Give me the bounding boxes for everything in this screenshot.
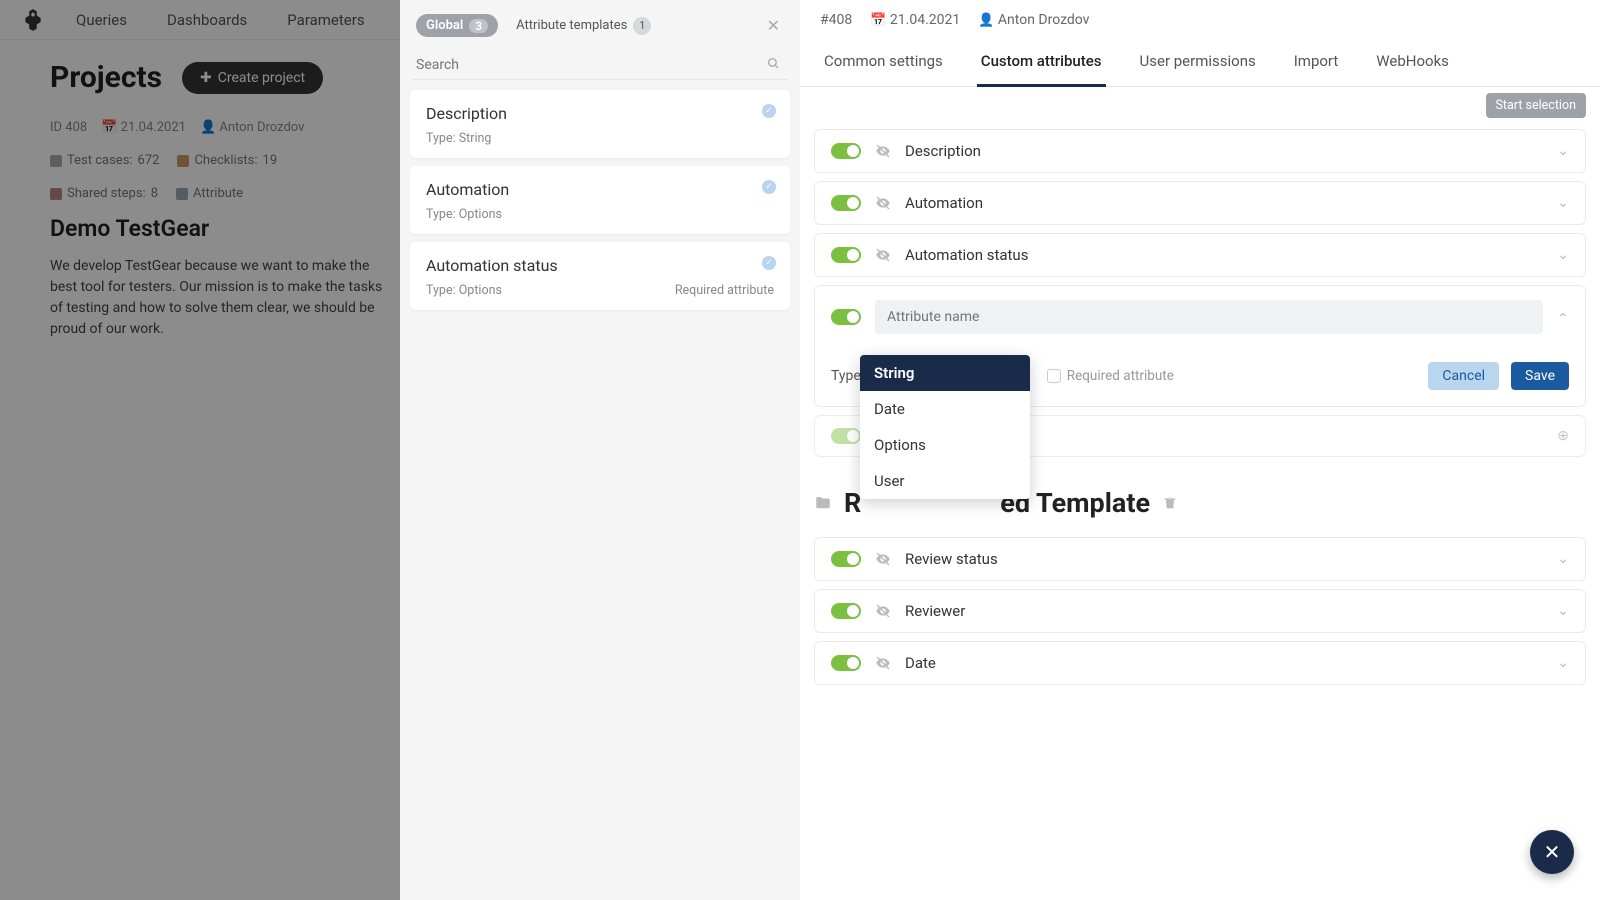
attribute-card[interactable]: ✓ Description Type: String [410, 90, 790, 158]
plus-circle-icon[interactable]: ⊕ [1557, 428, 1569, 444]
attribute-card-required: Required attribute [675, 283, 774, 298]
header-date: 21.04.2021 [890, 12, 960, 28]
toggle-switch[interactable] [831, 247, 861, 263]
attribute-card-title: Description [426, 104, 774, 123]
dropdown-option[interactable]: User [860, 463, 1030, 499]
toggle-switch[interactable] [831, 655, 861, 671]
start-selection-button[interactable]: Start selection [1486, 93, 1587, 118]
attribute-row-label: Description [905, 142, 1543, 160]
attribute-row-label: Date [905, 654, 1543, 672]
global-chip-label: Global [426, 18, 463, 33]
chevron-down-icon[interactable]: ⌄ [1557, 143, 1569, 159]
attribute-card-type: Type: Options [426, 283, 502, 298]
tab-common-settings[interactable]: Common settings [820, 38, 947, 86]
check-icon: ✓ [762, 256, 776, 270]
chevron-down-icon[interactable]: ⌄ [1557, 195, 1569, 211]
required-checkbox[interactable]: Required attribute [1047, 368, 1174, 384]
attribute-row-label: Review status [905, 550, 1543, 568]
main-panel: #408 📅 21.04.2021 👤 Anton Drozdov Common… [800, 0, 1600, 900]
side-panel-header: Global 3 Attribute templates 1 ✕ [400, 0, 800, 51]
folder-icon [814, 494, 832, 512]
toggle-switch[interactable] [831, 428, 861, 444]
attribute-row[interactable]: Automation status ⌄ [814, 233, 1586, 277]
chevron-down-icon[interactable]: ⌄ [1557, 603, 1569, 619]
toggle-switch[interactable] [831, 603, 861, 619]
attribute-card-title: Automation status [426, 256, 774, 275]
close-icon: ✕ [1544, 840, 1561, 864]
search-input[interactable] [412, 51, 788, 80]
templates-chip-label: Attribute templates [516, 18, 627, 33]
type-label: Type [831, 368, 861, 384]
dropdown-option[interactable]: Options [860, 427, 1030, 463]
tab-user-permissions[interactable]: User permissions [1136, 38, 1260, 86]
attribute-row[interactable]: Date ⌄ [814, 641, 1586, 685]
attribute-card[interactable]: ✓ Automation Type: Options [410, 166, 790, 234]
header-id: #408 [820, 12, 852, 28]
attribute-name-input[interactable] [875, 300, 1543, 334]
tab-custom-attributes[interactable]: Custom attributes [977, 38, 1106, 86]
chevron-up-icon[interactable]: ⌄ [1557, 309, 1569, 325]
type-dropdown: String Date Options User [860, 355, 1030, 499]
header-author: Anton Drozdov [998, 12, 1090, 28]
visibility-icon[interactable] [875, 603, 891, 619]
global-chip[interactable]: Global 3 [416, 14, 498, 37]
search-icon[interactable] [767, 57, 780, 70]
toggle-switch[interactable] [831, 143, 861, 159]
chevron-down-icon[interactable]: ⌄ [1557, 551, 1569, 567]
global-chip-count: 3 [469, 19, 488, 33]
attribute-card-type: Type: String [426, 131, 491, 146]
close-icon[interactable]: ✕ [763, 12, 784, 39]
attribute-row[interactable]: Reviewer ⌄ [814, 589, 1586, 633]
templates-chip[interactable]: Attribute templates 1 [506, 13, 661, 39]
attribute-row[interactable]: Review status ⌄ [814, 537, 1586, 581]
visibility-icon[interactable] [875, 655, 891, 671]
user-icon: 👤 [978, 13, 994, 28]
tab-import[interactable]: Import [1290, 38, 1343, 86]
attribute-card[interactable]: ✓ Automation status Type: Options Require… [410, 242, 790, 310]
visibility-icon[interactable] [875, 143, 891, 159]
visibility-icon[interactable] [875, 247, 891, 263]
toggle-switch[interactable] [831, 195, 861, 211]
attribute-row-label: Reviewer [905, 602, 1543, 620]
templates-chip-count: 1 [633, 17, 651, 35]
cancel-button[interactable]: Cancel [1428, 362, 1499, 390]
attribute-card-type: Type: Options [426, 207, 502, 222]
visibility-icon[interactable] [875, 195, 891, 211]
panel-body: Start selection Description ⌄ Automation… [800, 87, 1600, 707]
checkbox-icon [1047, 369, 1061, 383]
save-button[interactable]: Save [1511, 362, 1569, 390]
chevron-down-icon[interactable]: ⌄ [1557, 247, 1569, 263]
dropdown-option[interactable]: String [860, 355, 1030, 391]
search-box [412, 51, 788, 80]
attribute-card-title: Automation [426, 180, 774, 199]
attribute-row[interactable]: Description ⌄ [814, 129, 1586, 173]
check-icon: ✓ [762, 180, 776, 194]
toggle-switch[interactable] [831, 309, 861, 325]
attribute-row-label: Automation [905, 194, 1543, 212]
chevron-down-icon[interactable]: ⌄ [1557, 655, 1569, 671]
main-header: #408 📅 21.04.2021 👤 Anton Drozdov [800, 0, 1600, 38]
required-label: Required attribute [1067, 368, 1174, 384]
visibility-icon[interactable] [875, 551, 891, 567]
check-icon: ✓ [762, 104, 776, 118]
toggle-switch[interactable] [831, 551, 861, 567]
attribute-list: ✓ Description Type: String ✓ Automation … [400, 90, 800, 310]
dropdown-option[interactable]: Date [860, 391, 1030, 427]
trash-icon[interactable] [1162, 495, 1178, 511]
attribute-row-label: Automation status [905, 246, 1543, 264]
calendar-icon: 📅 [870, 13, 886, 28]
close-fab[interactable]: ✕ [1530, 830, 1574, 874]
side-panel: Global 3 Attribute templates 1 ✕ ✓ Descr… [400, 0, 800, 900]
tabs: Common settings Custom attributes User p… [800, 38, 1600, 87]
tab-webhooks[interactable]: WebHooks [1372, 38, 1453, 86]
attribute-row[interactable]: Automation ⌄ [814, 181, 1586, 225]
